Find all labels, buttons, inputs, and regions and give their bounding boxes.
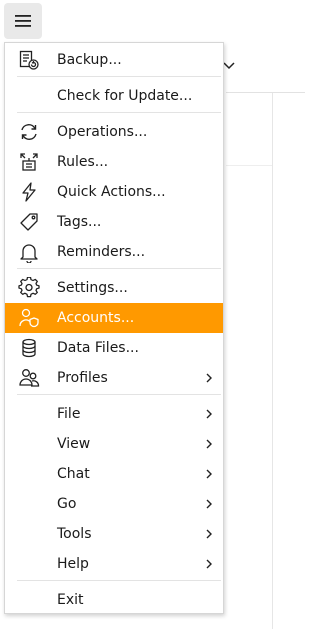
profiles-icon (17, 366, 41, 390)
menu-item-profiles[interactable]: Profiles (5, 363, 223, 393)
tag-icon (17, 210, 41, 234)
menu-item-check-for-update[interactable]: Check for Update... (5, 81, 223, 111)
chevron-right-icon (203, 438, 215, 450)
menu-item-label: Data Files... (57, 340, 139, 356)
menu-item-label: Help (57, 556, 89, 572)
menu-item-tags[interactable]: Tags... (5, 207, 223, 237)
menu-item-label: Quick Actions... (57, 184, 166, 200)
menu-item-label: Go (57, 496, 77, 512)
menu-item-label: Accounts... (57, 310, 135, 326)
rules-icon (17, 150, 41, 174)
menu-item-label: Backup... (57, 52, 122, 68)
menu-item-label: Exit (57, 592, 84, 608)
chevron-right-icon (203, 468, 215, 480)
menu-item-label: Tags... (57, 214, 102, 230)
hamburger-icon (14, 14, 32, 28)
bell-icon (17, 240, 41, 264)
gear-icon (17, 276, 41, 300)
menu-separator (17, 268, 221, 269)
menu-item-label: Rules... (57, 154, 109, 170)
chevron-right-icon (203, 498, 215, 510)
menu-item-go[interactable]: Go (5, 489, 223, 519)
menu-item-label: Tools (57, 526, 92, 542)
menu-item-view[interactable]: View (5, 429, 223, 459)
user-shield-icon (17, 306, 41, 330)
divider (226, 92, 305, 93)
menu-item-chat[interactable]: Chat (5, 459, 223, 489)
menu-item-file[interactable]: File (5, 399, 223, 429)
menu-button[interactable] (4, 3, 42, 39)
menu-item-rules[interactable]: Rules... (5, 147, 223, 177)
menu-item-label: File (57, 406, 81, 422)
menu-item-label: Operations... (57, 124, 148, 140)
lightning-icon (17, 180, 41, 204)
menu-separator (17, 580, 221, 581)
chevron-right-icon (203, 372, 215, 384)
divider (272, 93, 273, 629)
menu-item-help[interactable]: Help (5, 549, 223, 579)
chevron-right-icon (203, 528, 215, 540)
menu-item-label: Chat (57, 466, 90, 482)
menu-item-operations[interactable]: Operations... (5, 117, 223, 147)
divider (226, 165, 273, 166)
menu-item-label: Reminders... (57, 244, 146, 260)
menu-item-label: Check for Update... (57, 88, 193, 104)
menu-item-data-files[interactable]: Data Files... (5, 333, 223, 363)
chevron-right-icon (203, 408, 215, 420)
menu-separator (17, 112, 221, 113)
menu-item-accounts[interactable]: Accounts... (5, 303, 223, 333)
menu-separator (17, 76, 221, 77)
refresh-icon (17, 120, 41, 144)
menu-item-quick-actions[interactable]: Quick Actions... (5, 177, 223, 207)
menu-item-reminders[interactable]: Reminders... (5, 237, 223, 267)
menu-item-label: Settings... (57, 280, 128, 296)
menu-item-settings[interactable]: Settings... (5, 273, 223, 303)
main-menu: Backup... Check for Update... Operations… (4, 42, 224, 614)
menu-item-backup[interactable]: Backup... (5, 45, 223, 75)
menu-separator (17, 394, 221, 395)
database-icon (17, 336, 41, 360)
menu-item-exit[interactable]: Exit (5, 585, 223, 615)
menu-item-label: Profiles (57, 370, 108, 386)
backup-icon (17, 48, 41, 72)
menu-item-label: View (57, 436, 91, 452)
chevron-right-icon (203, 558, 215, 570)
menu-item-tools[interactable]: Tools (5, 519, 223, 549)
